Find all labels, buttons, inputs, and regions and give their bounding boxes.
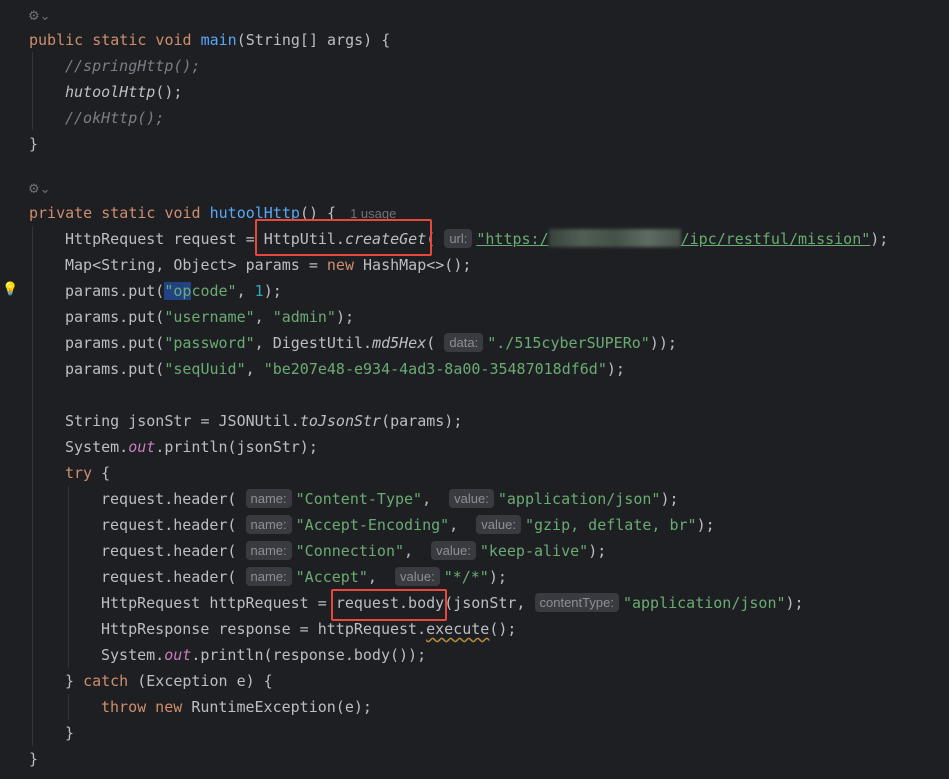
code-line[interactable]: params.put("username", "admin"); [65, 304, 354, 330]
param-hint: name: [245, 541, 292, 560]
code-vision-icon[interactable]: ⚙︎⌄ [28, 9, 51, 25]
code-line[interactable]: System.out.println(jsonStr); [65, 434, 318, 460]
code-line[interactable]: HttpRequest httpRequest = request.body(j… [101, 590, 804, 616]
method-name[interactable]: hutoolHttp [210, 204, 300, 222]
code-line[interactable]: public static void main(String[] args) { [29, 27, 390, 53]
code-line[interactable]: } [29, 131, 38, 157]
code-line[interactable]: String jsonStr = JSONUtil.toJsonStr(para… [65, 408, 462, 434]
code-vision-icon[interactable]: ⚙︎⌄ [28, 182, 51, 198]
code-line[interactable]: params.put("password", DigestUtil.md5Hex… [65, 330, 677, 356]
code-line[interactable]: HttpResponse response = httpRequest.exec… [101, 616, 516, 642]
code-line[interactable]: //okHttp(); [65, 105, 164, 131]
param-hint: name: [245, 567, 292, 586]
code-line[interactable]: request.header( name: "Accept-Encoding", … [101, 512, 715, 538]
param-hint: url: [444, 229, 473, 248]
code-line[interactable]: params.put("seqUuid", "be207e48-e934-4ad… [65, 356, 625, 382]
code-line[interactable]: private static void hutoolHttp() {1 usag… [29, 200, 396, 226]
code-line[interactable]: request.header( name: "Connection", value… [101, 538, 606, 564]
code-line[interactable]: } [65, 720, 74, 746]
param-hint: name: [245, 515, 292, 534]
code-line[interactable]: hutoolHttp(); [65, 79, 182, 105]
indent-guide [68, 486, 69, 668]
indent-guide [68, 694, 69, 720]
code-line[interactable]: //springHttp(); [65, 53, 200, 79]
param-hint: contentType: [534, 593, 619, 612]
indent-guide [32, 226, 33, 746]
method-name[interactable]: main [201, 31, 237, 49]
code-line[interactable]: Map<String, Object> params = new HashMap… [65, 252, 471, 278]
code-line[interactable]: request.header( name: "Accept", value: "*/… [101, 564, 507, 590]
param-hint: value: [476, 515, 521, 534]
code-line[interactable]: HttpRequest request = HttpUtil.createGet… [65, 226, 888, 252]
usage-hint[interactable]: 1 usage [350, 206, 396, 221]
redacted-area [548, 229, 681, 247]
comment: //okHttp(); [65, 109, 165, 127]
code-editor[interactable]: ⚙︎⌄ ⚙︎⌄ 💡 public static void main(String… [0, 0, 949, 779]
code-line[interactable]: } catch (Exception e) { [65, 668, 273, 694]
lightbulb-icon[interactable]: 💡 [2, 282, 18, 298]
param-hint: data: [444, 333, 484, 352]
method-call[interactable]: hutoolHttp [65, 83, 155, 101]
code-line[interactable]: params.put("opcode", 1); [65, 278, 282, 304]
code-line[interactable]: } [29, 746, 38, 772]
comment: //springHttp(); [65, 57, 201, 75]
param-hint: name: [245, 489, 292, 508]
indent-guide [32, 52, 33, 130]
code-line[interactable]: request.header( name: "Content-Type", val… [101, 486, 679, 512]
param-hint: value: [431, 541, 476, 560]
code-line[interactable]: try { [65, 460, 110, 486]
code-line[interactable]: System.out.println(response.body()); [101, 642, 426, 668]
code-line[interactable]: throw new RuntimeException(e); [101, 694, 372, 720]
param-hint: value: [394, 567, 440, 586]
param-hint: value: [449, 489, 494, 508]
warning-squiggle[interactable]: execute [426, 620, 489, 638]
